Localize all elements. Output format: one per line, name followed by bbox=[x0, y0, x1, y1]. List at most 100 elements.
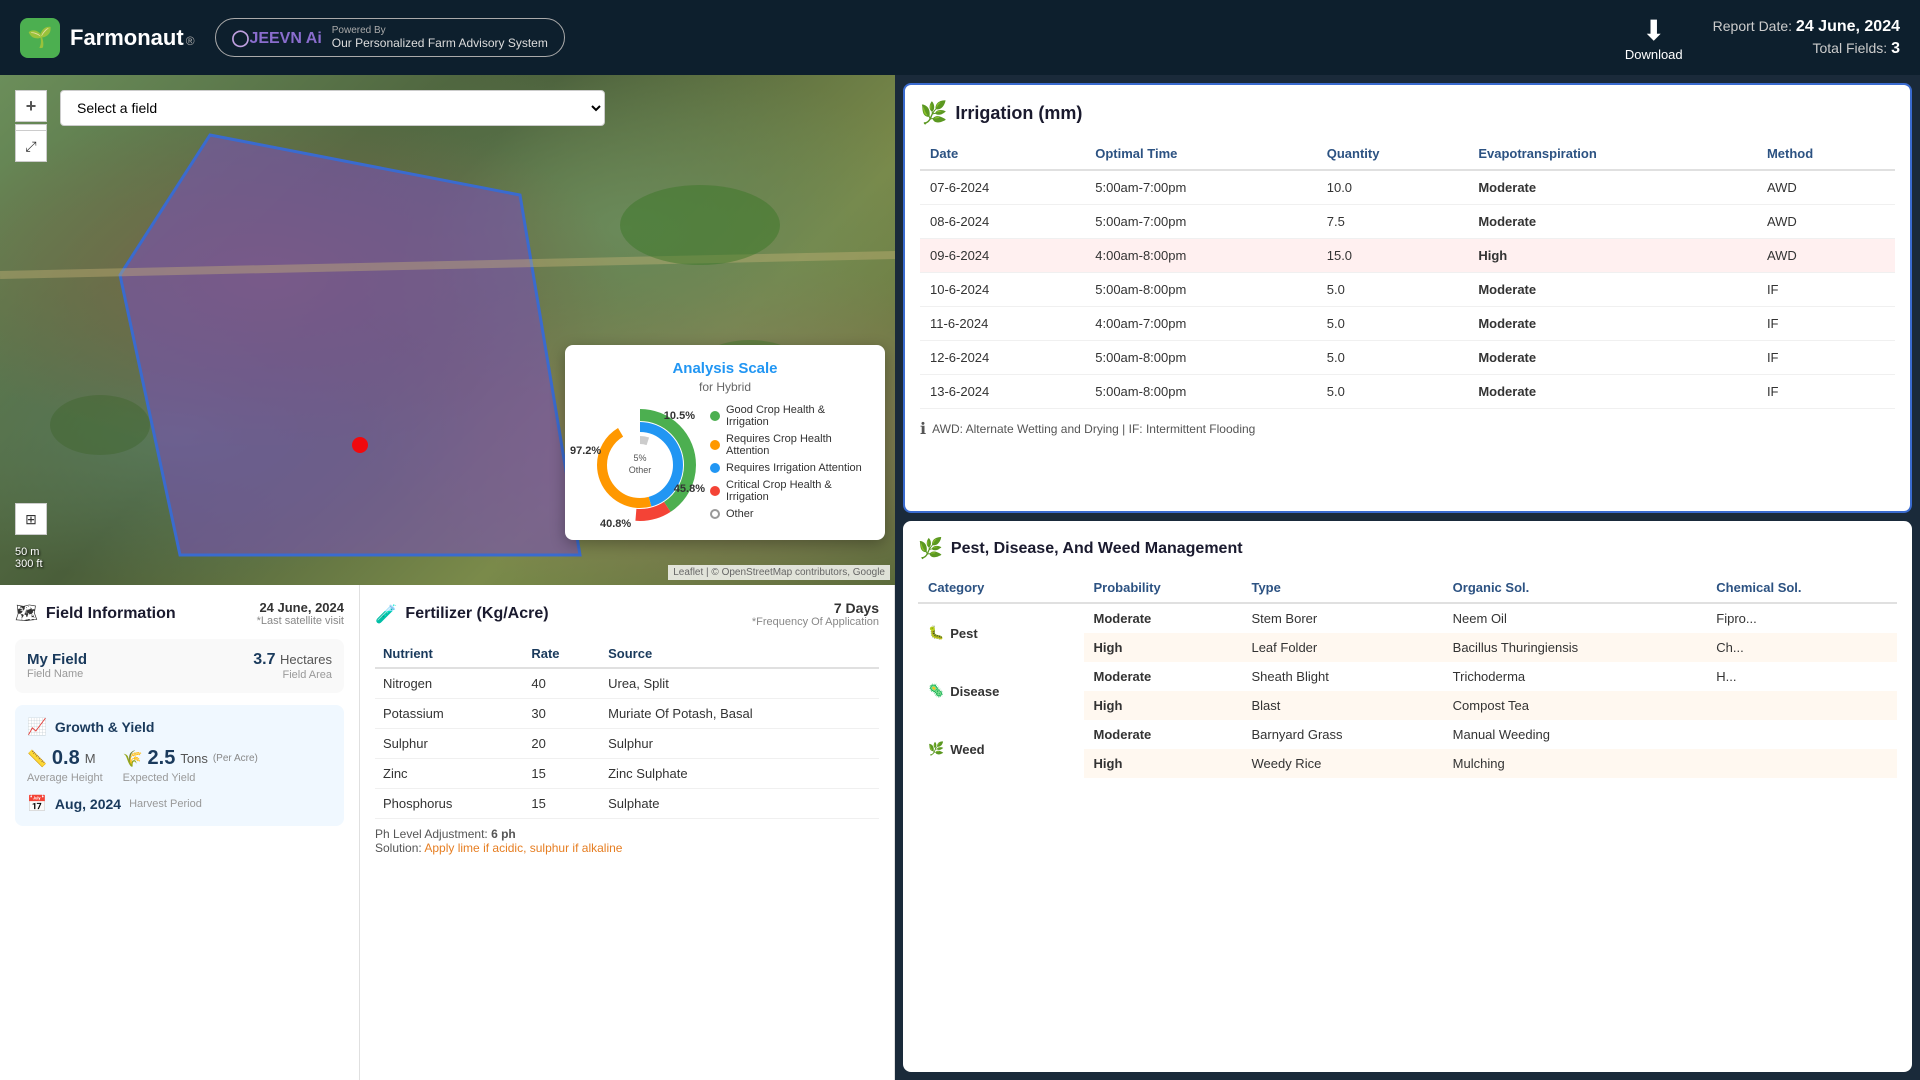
fert-nutrient: Zinc bbox=[375, 759, 523, 789]
category-icon: 🦠 bbox=[928, 683, 944, 699]
irrigation-title: Irrigation (mm) bbox=[955, 103, 1082, 124]
harvest-block: 📅 Aug, 2024 Harvest Period bbox=[27, 794, 332, 814]
pest-row: 🦠 Disease Moderate Sheath Blight Trichod… bbox=[918, 662, 1897, 691]
pest-probability: High bbox=[1084, 749, 1242, 778]
fert-rate: 15 bbox=[523, 789, 600, 819]
fert-source: Muriate Of Potash, Basal bbox=[600, 699, 879, 729]
ph-value: 6 ph bbox=[491, 827, 516, 841]
footnote-text: AWD: Alternate Wetting and Drying | IF: … bbox=[932, 422, 1255, 436]
yield-unit: Tons bbox=[180, 751, 207, 766]
irr-method: IF bbox=[1757, 375, 1895, 409]
fert-rate: 30 bbox=[523, 699, 600, 729]
field-area-label: Field Area bbox=[253, 669, 332, 681]
map-container: + − ⤢ ⊞ Select a field 50 m 300 ft Leafl… bbox=[0, 75, 895, 585]
pest-row: 🐛 Pest Moderate Stem Borer Neem Oil Fipr… bbox=[918, 603, 1897, 633]
freq-value: 7 Days bbox=[752, 600, 879, 616]
fertilizer-panel: 🧪 Fertilizer (Kg/Acre) 7 Days *Frequency… bbox=[360, 585, 895, 1080]
fert-rate: 40 bbox=[523, 668, 600, 699]
irrigation-row: 11-6-2024 4:00am-7:00pm 5.0 Moderate IF bbox=[920, 307, 1895, 341]
fert-nutrient: Phosphorus bbox=[375, 789, 523, 819]
donut-label-97: 97.2% bbox=[570, 445, 601, 457]
pest-chemical: Ch... bbox=[1706, 633, 1897, 662]
category-icon: 🌿 bbox=[928, 741, 944, 757]
legend-dot-crop bbox=[710, 440, 720, 450]
pest-chemical bbox=[1706, 691, 1897, 720]
irr-date: 07-6-2024 bbox=[920, 170, 1085, 205]
irr-optimal: 5:00am-7:00pm bbox=[1085, 170, 1316, 205]
pest-chemical bbox=[1706, 749, 1897, 778]
irr-col-method: Method bbox=[1757, 138, 1895, 170]
pest-type: Leaf Folder bbox=[1241, 633, 1442, 662]
logo-text: Farmonaut bbox=[70, 25, 184, 51]
svg-text:Other: Other bbox=[629, 465, 652, 475]
yield-per: (Per Acre) bbox=[213, 753, 258, 764]
field-area-block: 3.7 Hectares Field Area bbox=[253, 651, 332, 681]
category-label: Weed bbox=[950, 742, 984, 757]
field-name-value: My Field bbox=[27, 651, 87, 668]
fert-header-row: Nutrient Rate Source bbox=[375, 640, 879, 668]
height-label: Average Height bbox=[27, 772, 103, 784]
solution-link[interactable]: Apply lime if acidic, sulphur if alkalin… bbox=[424, 841, 622, 855]
field-area-unit: Hectares bbox=[280, 652, 332, 667]
irr-col-evap: Evapotranspiration bbox=[1468, 138, 1757, 170]
irrigation-header-row: Date Optimal Time Quantity Evapotranspir… bbox=[920, 138, 1895, 170]
pest-panel: 🌿 Pest, Disease, And Weed Management Cat… bbox=[903, 521, 1912, 1072]
layers-button[interactable]: ⊞ bbox=[15, 503, 47, 535]
irr-optimal: 5:00am-8:00pm bbox=[1085, 341, 1316, 375]
irrigation-row: 12-6-2024 5:00am-8:00pm 5.0 Moderate IF bbox=[920, 341, 1895, 375]
yield-label: Expected Yield bbox=[123, 772, 258, 784]
jeevn-logo: ◯JEEVN Ai bbox=[232, 28, 322, 48]
irr-optimal: 4:00am-8:00pm bbox=[1085, 239, 1316, 273]
field-select-container: Select a field bbox=[60, 90, 605, 126]
pest-category: 🐛 Pest bbox=[918, 603, 1084, 662]
pest-col-category: Category bbox=[918, 573, 1084, 603]
svg-text:5%: 5% bbox=[633, 453, 646, 463]
irr-col-optimal: Optimal Time bbox=[1085, 138, 1316, 170]
field-select-dropdown[interactable]: Select a field bbox=[60, 90, 605, 126]
legend-dot-critical bbox=[710, 486, 720, 496]
analysis-content: 5% Other 97.2% 10.5% 45.8% 40.8% Good Cr… bbox=[580, 404, 870, 525]
irrigation-row: 13-6-2024 5:00am-8:00pm 5.0 Moderate IF bbox=[920, 375, 1895, 409]
growth-icon: 📈 bbox=[27, 717, 47, 737]
fertilizer-table: Nutrient Rate Source Nitrogen 40 Urea, S… bbox=[375, 640, 879, 819]
irr-evap: Moderate bbox=[1468, 341, 1757, 375]
irrigation-row: 08-6-2024 5:00am-7:00pm 7.5 Moderate AWD bbox=[920, 205, 1895, 239]
pest-row: 🌿 Weed Moderate Barnyard Grass Manual We… bbox=[918, 720, 1897, 749]
pest-type: Sheath Blight bbox=[1241, 662, 1442, 691]
category-label: Pest bbox=[950, 626, 977, 641]
irr-quantity: 5.0 bbox=[1317, 273, 1469, 307]
download-button[interactable]: ⬇ Download bbox=[1625, 14, 1683, 62]
legend-item-crop-health: Requires Crop Health Attention bbox=[710, 433, 870, 457]
pest-organic: Manual Weeding bbox=[1443, 720, 1707, 749]
fertilizer-icon: 🧪 bbox=[375, 604, 397, 625]
fert-nutrient: Nitrogen bbox=[375, 668, 523, 699]
pest-header-row: Category Probability Type Organic Sol. C… bbox=[918, 573, 1897, 603]
fert-source: Sulphur bbox=[600, 729, 879, 759]
report-info: Report Date: 24 June, 2024 Total Fields:… bbox=[1713, 18, 1900, 58]
legend-item-critical: Critical Crop Health & Irrigation bbox=[710, 479, 870, 503]
fert-row: Sulphur 20 Sulphur bbox=[375, 729, 879, 759]
height-unit: M bbox=[85, 751, 96, 766]
irr-evap: Moderate bbox=[1468, 205, 1757, 239]
zoom-in-button[interactable]: + bbox=[15, 90, 47, 122]
pest-organic: Neem Oil bbox=[1443, 603, 1707, 633]
irr-quantity: 5.0 bbox=[1317, 341, 1469, 375]
legend-dot-good bbox=[710, 411, 720, 421]
irr-evap: Moderate bbox=[1468, 375, 1757, 409]
field-info-icon: 🗺 bbox=[15, 603, 38, 624]
irr-optimal: 4:00am-7:00pm bbox=[1085, 307, 1316, 341]
analysis-legend: Good Crop Health & Irrigation Requires C… bbox=[710, 404, 870, 525]
irrigation-footnote: ℹ AWD: Alternate Wetting and Drying | IF… bbox=[920, 419, 1895, 439]
fullscreen-button[interactable]: ⤢ bbox=[15, 130, 47, 162]
irrigation-header: 🌿 Irrigation (mm) bbox=[920, 100, 1895, 126]
donut-label-10: 10.5% bbox=[664, 410, 695, 422]
irr-date: 10-6-2024 bbox=[920, 273, 1085, 307]
harvest-value: Aug, 2024 bbox=[55, 796, 121, 812]
irr-date: 09-6-2024 bbox=[920, 239, 1085, 273]
scale-ft: 300 ft bbox=[15, 558, 43, 570]
irr-date: 13-6-2024 bbox=[920, 375, 1085, 409]
category-label: Disease bbox=[950, 684, 999, 699]
pest-col-organic: Organic Sol. bbox=[1443, 573, 1707, 603]
irr-method: IF bbox=[1757, 341, 1895, 375]
height-icon: 📏 bbox=[27, 749, 47, 769]
